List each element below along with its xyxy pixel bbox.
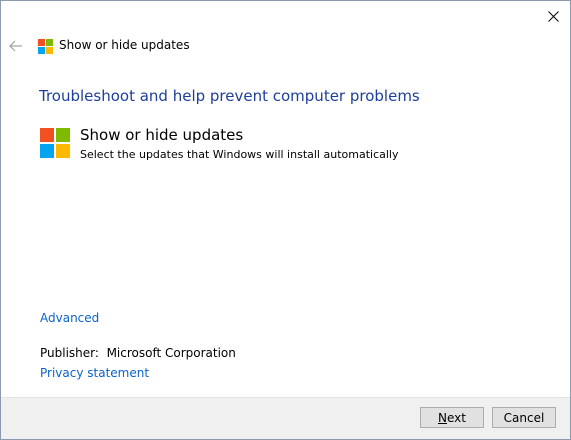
troubleshooter-option[interactable]: Show or hide updates Select the updates …	[40, 126, 520, 162]
privacy-statement-link[interactable]: Privacy statement	[40, 366, 149, 380]
advanced-link[interactable]: Advanced	[40, 311, 99, 325]
publisher-value: Microsoft Corporation	[106, 346, 236, 360]
page-heading: Troubleshoot and help prevent computer p…	[39, 87, 420, 105]
footer-bar: Next Cancel	[1, 397, 570, 439]
close-button[interactable]	[536, 1, 570, 31]
close-icon	[547, 10, 559, 22]
publisher-label: Publisher:	[40, 346, 99, 360]
window-title: Show or hide updates	[59, 38, 190, 52]
publisher-info: Publisher: Microsoft Corporation	[40, 346, 236, 360]
next-button[interactable]: Next	[420, 407, 484, 428]
title-bar	[1, 1, 570, 31]
next-button-mnemonic: N	[438, 410, 447, 425]
windows-logo-icon	[38, 39, 53, 58]
troubleshooter-window: Show or hide updates Troubleshoot and he…	[0, 0, 571, 440]
option-title: Show or hide updates	[80, 126, 244, 144]
back-arrow-icon	[9, 40, 22, 52]
next-button-label: ext	[447, 410, 466, 425]
header-row: Show or hide updates	[1, 34, 570, 58]
back-button[interactable]	[7, 37, 25, 55]
option-description: Select the updates that Windows will ins…	[80, 148, 399, 161]
cancel-button[interactable]: Cancel	[492, 407, 556, 428]
windows-logo-icon	[40, 128, 70, 162]
